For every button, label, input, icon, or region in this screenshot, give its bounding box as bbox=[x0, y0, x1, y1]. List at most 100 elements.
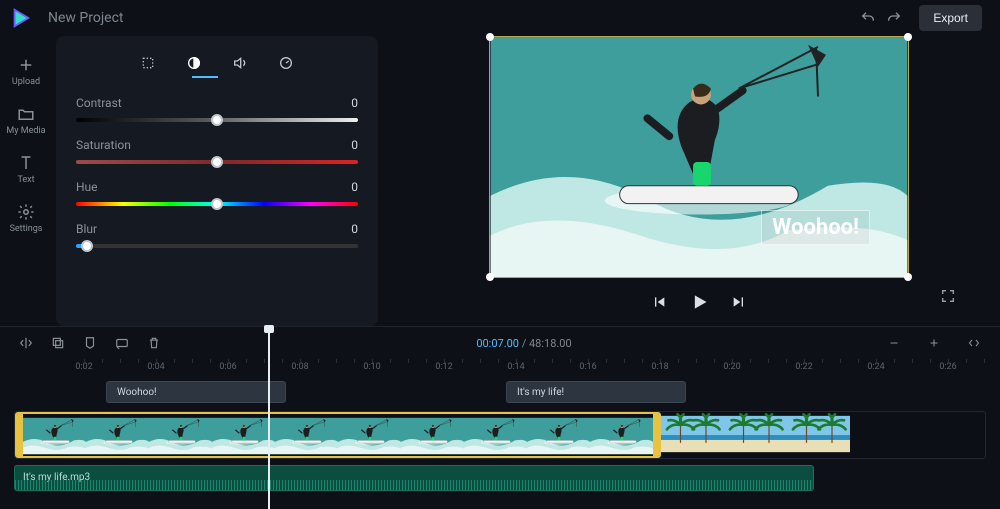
ruler-label: 0:18 bbox=[651, 362, 668, 372]
slider-thumb[interactable] bbox=[81, 240, 93, 252]
prev-button[interactable] bbox=[651, 294, 667, 314]
rail-label: My Media bbox=[6, 126, 45, 136]
caption-icon bbox=[115, 336, 129, 350]
selection-handle[interactable] bbox=[904, 33, 912, 41]
undo-button[interactable] bbox=[855, 5, 881, 31]
fullscreen-button[interactable] bbox=[940, 288, 956, 308]
ruler-label: 0:16 bbox=[579, 362, 596, 372]
tab-underline bbox=[192, 76, 218, 78]
ruler-label: 0:22 bbox=[795, 362, 812, 372]
split-icon bbox=[19, 336, 33, 350]
preview-canvas[interactable]: Woohoo! bbox=[489, 36, 909, 278]
ruler-label: 0:04 bbox=[147, 362, 164, 372]
blur-label: Blur bbox=[76, 222, 97, 236]
video-clip[interactable] bbox=[661, 412, 850, 458]
tab-color[interactable] bbox=[184, 53, 204, 73]
ruler-label: 0:10 bbox=[363, 362, 380, 372]
selection-handle[interactable] bbox=[486, 273, 494, 281]
rail-label: Settings bbox=[10, 224, 43, 234]
trash-icon bbox=[147, 336, 161, 350]
copy-icon bbox=[51, 336, 65, 350]
folder-icon bbox=[17, 105, 35, 123]
ruler-label: 0:06 bbox=[219, 362, 236, 372]
ruler-label: 0:12 bbox=[435, 362, 452, 372]
duplicate-button[interactable] bbox=[46, 331, 70, 355]
slider-thumb[interactable] bbox=[211, 114, 223, 126]
adjustments-panel: Contrast 0 Saturation 0 Hue 0 bbox=[56, 36, 378, 326]
top-bar: New Project Export bbox=[0, 0, 1000, 36]
ruler-label: 0:08 bbox=[291, 362, 308, 372]
video-track[interactable] bbox=[14, 411, 986, 459]
text-overlay-content: Woohoo! bbox=[772, 215, 859, 240]
ruler-label: 0:26 bbox=[939, 362, 956, 372]
split-button[interactable] bbox=[14, 331, 38, 355]
adjust-blur: Blur 0 bbox=[76, 222, 358, 248]
saturation-label: Saturation bbox=[76, 138, 131, 152]
zoom-in-button[interactable] bbox=[922, 331, 946, 355]
timeline: 00:07.00 / 48:18.00 0:02 0:04 0:06 0:08 0:10… bbox=[0, 326, 1000, 509]
tab-audio[interactable] bbox=[230, 53, 250, 73]
minus-icon bbox=[888, 337, 900, 349]
text-icon bbox=[17, 154, 35, 172]
current-time: 00:07.00 bbox=[476, 337, 519, 350]
slider-thumb[interactable] bbox=[211, 156, 223, 168]
rail-label: Upload bbox=[12, 77, 40, 87]
slider-thumb[interactable] bbox=[211, 198, 223, 210]
speed-icon bbox=[278, 55, 294, 71]
text-clip-label: It's my life! bbox=[517, 387, 564, 398]
ruler-label: 0:02 bbox=[75, 362, 92, 372]
adjust-saturation: Saturation 0 bbox=[76, 138, 358, 164]
marker-button[interactable] bbox=[78, 331, 102, 355]
audio-clip[interactable]: It's my life.mp3 bbox=[14, 465, 814, 491]
delete-button[interactable] bbox=[142, 331, 166, 355]
saturation-slider[interactable] bbox=[76, 160, 358, 164]
caption-button[interactable] bbox=[110, 331, 134, 355]
timeline-toolbar: 00:07.00 / 48:18.00 bbox=[0, 327, 1000, 359]
crop-icon bbox=[140, 55, 156, 71]
playhead[interactable] bbox=[268, 327, 270, 509]
export-button[interactable]: Export bbox=[919, 5, 982, 31]
selection-handle[interactable] bbox=[904, 273, 912, 281]
hue-slider[interactable] bbox=[76, 202, 358, 206]
project-title: New Project bbox=[48, 10, 124, 26]
video-clip-selected[interactable] bbox=[15, 412, 661, 458]
text-track: Woohoo! It's my life! bbox=[106, 379, 986, 405]
zoom-fit-button[interactable] bbox=[962, 331, 986, 355]
next-button[interactable] bbox=[731, 294, 747, 314]
rail-upload[interactable]: Upload bbox=[12, 56, 40, 87]
marker-icon bbox=[83, 336, 97, 350]
timecode: 00:07.00 / 48:18.00 bbox=[476, 337, 571, 350]
adjust-hue: Hue 0 bbox=[76, 180, 358, 206]
blur-value: 0 bbox=[351, 222, 358, 236]
text-clip[interactable]: It's my life! bbox=[506, 381, 686, 403]
blur-slider[interactable] bbox=[76, 244, 358, 248]
plus-icon bbox=[17, 56, 35, 74]
playback-controls bbox=[651, 292, 747, 316]
speaker-icon bbox=[232, 55, 248, 71]
zoom-out-button[interactable] bbox=[882, 331, 906, 355]
hue-label: Hue bbox=[76, 180, 98, 194]
text-clip[interactable]: Woohoo! bbox=[106, 381, 286, 403]
selection-handle[interactable] bbox=[486, 33, 494, 41]
rail-text[interactable]: Text bbox=[17, 154, 35, 185]
rail-label: Text bbox=[17, 175, 34, 185]
saturation-value: 0 bbox=[351, 138, 358, 152]
fit-icon bbox=[967, 337, 981, 349]
timeline-ruler[interactable]: 0:020:040:060:080:100:120:140:160:180:20… bbox=[0, 359, 1000, 379]
redo-button[interactable] bbox=[881, 5, 907, 31]
ruler-label: 0:14 bbox=[507, 362, 524, 372]
adjust-contrast: Contrast 0 bbox=[76, 96, 358, 122]
text-clip-label: Woohoo! bbox=[117, 387, 157, 398]
skip-back-icon bbox=[651, 294, 667, 310]
rail-my-media[interactable]: My Media bbox=[6, 105, 45, 136]
play-button[interactable] bbox=[689, 292, 709, 316]
app-logo bbox=[10, 7, 32, 29]
tab-crop[interactable] bbox=[138, 53, 158, 73]
tab-speed[interactable] bbox=[276, 53, 296, 73]
rail-settings[interactable]: Settings bbox=[10, 203, 43, 234]
ruler-label: 0:24 bbox=[867, 362, 884, 372]
waveform bbox=[15, 480, 813, 490]
contrast-value: 0 bbox=[351, 96, 358, 110]
text-overlay[interactable]: Woohoo! bbox=[761, 210, 870, 245]
contrast-slider[interactable] bbox=[76, 118, 358, 122]
